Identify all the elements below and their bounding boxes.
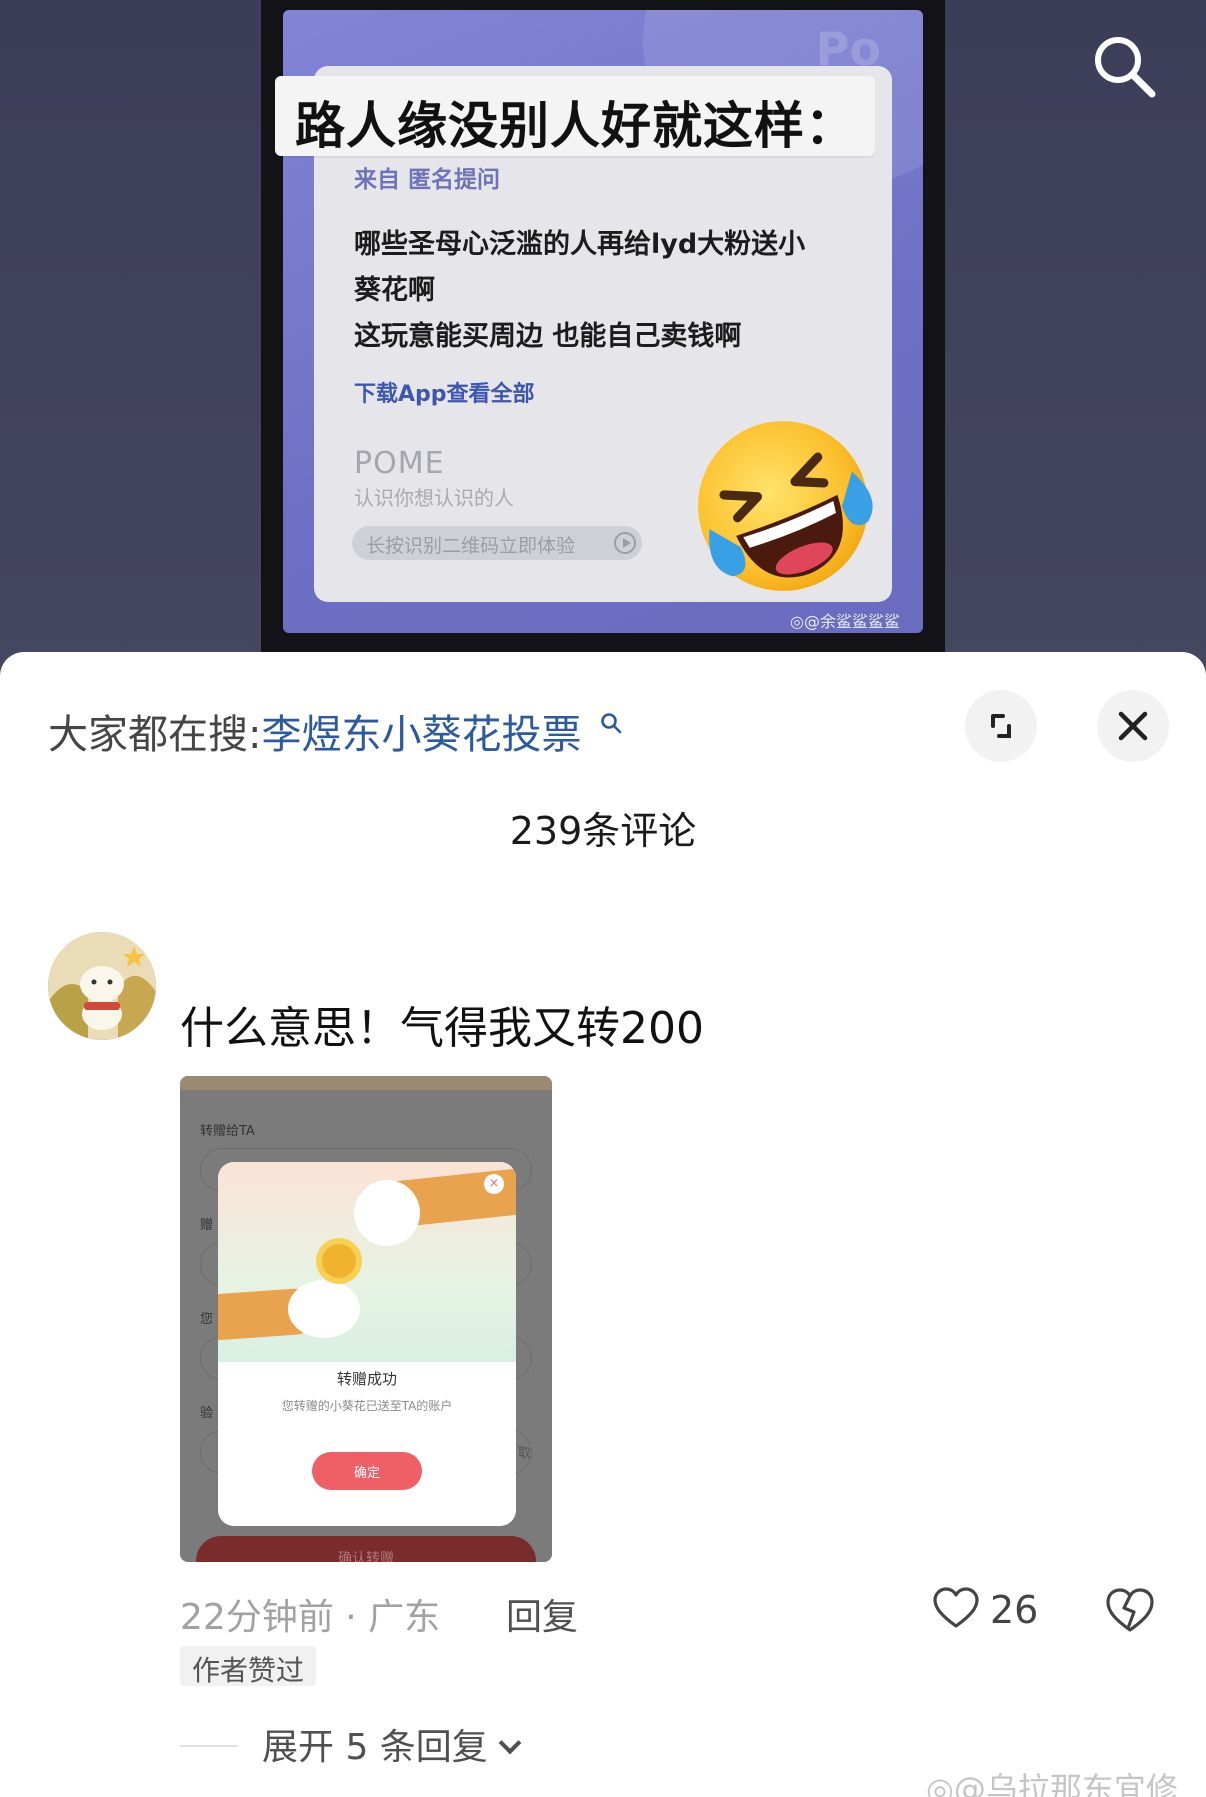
play-icon	[614, 532, 636, 554]
close-icon	[1118, 711, 1148, 741]
sunflower-icon	[322, 1244, 356, 1278]
expand-replies-label: 展开 5 条回复	[262, 1727, 488, 1768]
video-watermark: ◎@余鲨鲨鲨鲨	[790, 608, 900, 632]
weibo-icon: ◎	[790, 612, 804, 631]
search-icon[interactable]	[1088, 30, 1160, 102]
weibo-icon: ◎	[926, 1770, 954, 1797]
broken-heart-icon[interactable]	[1104, 1584, 1156, 1636]
footer-watermark-text: @乌拉那东宜修	[953, 1770, 1178, 1797]
form-label: 转赠给TA	[200, 1124, 255, 1139]
dialog-illustration: ×	[218, 1162, 516, 1362]
heart-icon	[933, 1587, 979, 1628]
fullscreen-button[interactable]	[965, 690, 1037, 762]
close-button[interactable]	[1097, 690, 1169, 762]
like-button[interactable]: 26	[932, 1584, 1050, 1636]
divider	[180, 1745, 238, 1747]
form-label: 赠	[200, 1218, 214, 1233]
dialog-body: 您转赠的小葵花已送至TA的账户	[281, 1399, 453, 1413]
comment-image[interactable]: 转赠给TA 赠 您 验 取 确认转赠 × 转赠成功 您转赠的小葵花已送至TA的账…	[180, 1076, 552, 1562]
like-count: 26	[990, 1588, 1039, 1632]
form-label: 您	[200, 1312, 214, 1327]
footer-watermark: ◎@乌拉那东宜修	[926, 1764, 1178, 1797]
hot-search-term[interactable]: 李煜东小葵花投票	[261, 712, 581, 758]
close-icon: ×	[484, 1174, 504, 1194]
comment-count: 239条评论	[509, 809, 697, 853]
question-line: 葵花啊	[354, 275, 435, 306]
search-icon	[601, 713, 622, 734]
dialog-title: 转赠成功	[336, 1370, 397, 1388]
reply-button[interactable]: 回复	[506, 1588, 578, 1640]
dialog-ok-button: 确定	[312, 1452, 422, 1490]
video-headline: 路人缘没别人好就这样：	[275, 76, 875, 156]
qr-hint-pill: 长按识别二维码立即体验	[352, 526, 642, 560]
confirm-transfer-button: 确认转赠	[196, 1536, 536, 1562]
success-dialog: × 转赠成功 您转赠的小葵花已送至TA的账户 确定	[218, 1162, 516, 1526]
form-side-text: 取	[518, 1446, 532, 1461]
cat-paw	[288, 1280, 360, 1338]
question-line: 这玩意能买周边 也能自己卖钱啊	[354, 321, 742, 352]
chevron-down-icon	[498, 1731, 522, 1755]
comment-text: 什么意思！气得我又转200	[180, 1003, 704, 1054]
comment-time-location: 22分钟前 · 广东	[180, 1597, 441, 1638]
image-top-strip	[180, 1076, 552, 1090]
author-liked-badge: 作者赞过	[180, 1646, 317, 1687]
form-label: 验	[200, 1406, 214, 1421]
qr-hint-label: 长按识别二维码立即体验	[366, 535, 576, 557]
question-source: 来自 匿名提问	[354, 160, 500, 194]
app-tagline: 认识你想认识的人	[354, 486, 514, 510]
comment-panel: 大家都在搜:李煜东小葵花投票 239条评论 什么意思！气得我又转200 转赠给T…	[0, 652, 1206, 1797]
hot-search-prefix: 大家都在搜:	[48, 712, 262, 758]
source-prefix: 来自	[354, 167, 400, 193]
expand-icon	[991, 714, 1011, 738]
download-app-link: 下载App查看全部	[354, 382, 535, 407]
expand-replies-button[interactable]: 展开 5 条回复	[262, 1718, 522, 1770]
avatar[interactable]	[48, 932, 156, 1040]
video-background[interactable]: Po 路人缘没别人好就这样： 来自 匿名提问 哪些圣母心泛滥的人再给lyd大粉送…	[0, 0, 1206, 680]
source-name: 匿名提问	[408, 167, 501, 193]
hot-search-bar[interactable]: 大家都在搜:李煜东小葵花投票	[48, 702, 622, 760]
question-line: 哪些圣母心泛滥的人再给lyd大粉送小	[354, 229, 806, 260]
video-watermark-text: @余鲨鲨鲨鲨	[803, 612, 900, 631]
avatar-illustration	[48, 932, 156, 1040]
app-name: POME	[354, 446, 445, 481]
cat-paw	[354, 1180, 420, 1246]
rolling-on-floor-laughing-emoji	[698, 421, 873, 591]
